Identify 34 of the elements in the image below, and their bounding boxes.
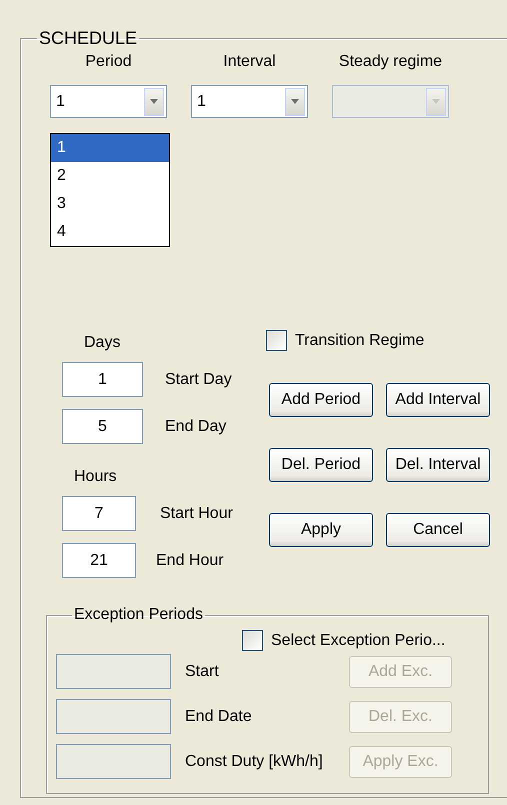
input-field[interactable]: 7: [62, 496, 136, 531]
action-button[interactable]: Cancel: [386, 513, 490, 547]
field-label: End Date: [184, 708, 253, 726]
dropdown-label: Interval: [223, 53, 276, 71]
dropdown[interactable]: 1: [191, 85, 308, 118]
input-field[interactable]: 21: [62, 543, 136, 578]
group-title: SCHEDULE: [38, 28, 138, 49]
caret-icon: [426, 88, 446, 116]
field-label: Start: [184, 662, 220, 680]
dropdown-option[interactable]: 1: [51, 134, 169, 162]
checkbox[interactable]: [266, 330, 287, 351]
dropdown[interactable]: 1: [50, 85, 167, 118]
input-field[interactable]: 1: [62, 362, 143, 397]
action-button[interactable]: Apply: [269, 513, 373, 547]
action-button[interactable]: Add Period: [269, 383, 373, 417]
field-label: End Hour: [156, 552, 224, 570]
checkbox[interactable]: [242, 630, 263, 651]
action-button[interactable]: Del. Interval: [386, 448, 490, 482]
field-label: Start Day: [165, 370, 232, 388]
group-title: Exception Periods: [73, 606, 204, 624]
caret-icon: [285, 88, 305, 116]
section-label: Hours: [74, 468, 117, 486]
action-button[interactable]: Add Interval: [386, 383, 490, 417]
input-field[interactable]: 5: [62, 409, 143, 444]
dropdown-label: Steady regime: [338, 53, 442, 71]
caret-icon: [144, 88, 164, 116]
dropdown-label: Period: [85, 53, 132, 71]
section-label: Days: [84, 334, 120, 352]
checkbox-label: Select Exception Perio...: [271, 632, 446, 650]
field-label: Const Duty [kWh/h]: [184, 752, 324, 770]
checkbox-label: Transition Regime: [295, 332, 424, 350]
field-label: Start Hour: [160, 504, 233, 522]
action-button[interactable]: Del. Period: [269, 448, 373, 482]
field-label: End Day: [165, 418, 226, 436]
